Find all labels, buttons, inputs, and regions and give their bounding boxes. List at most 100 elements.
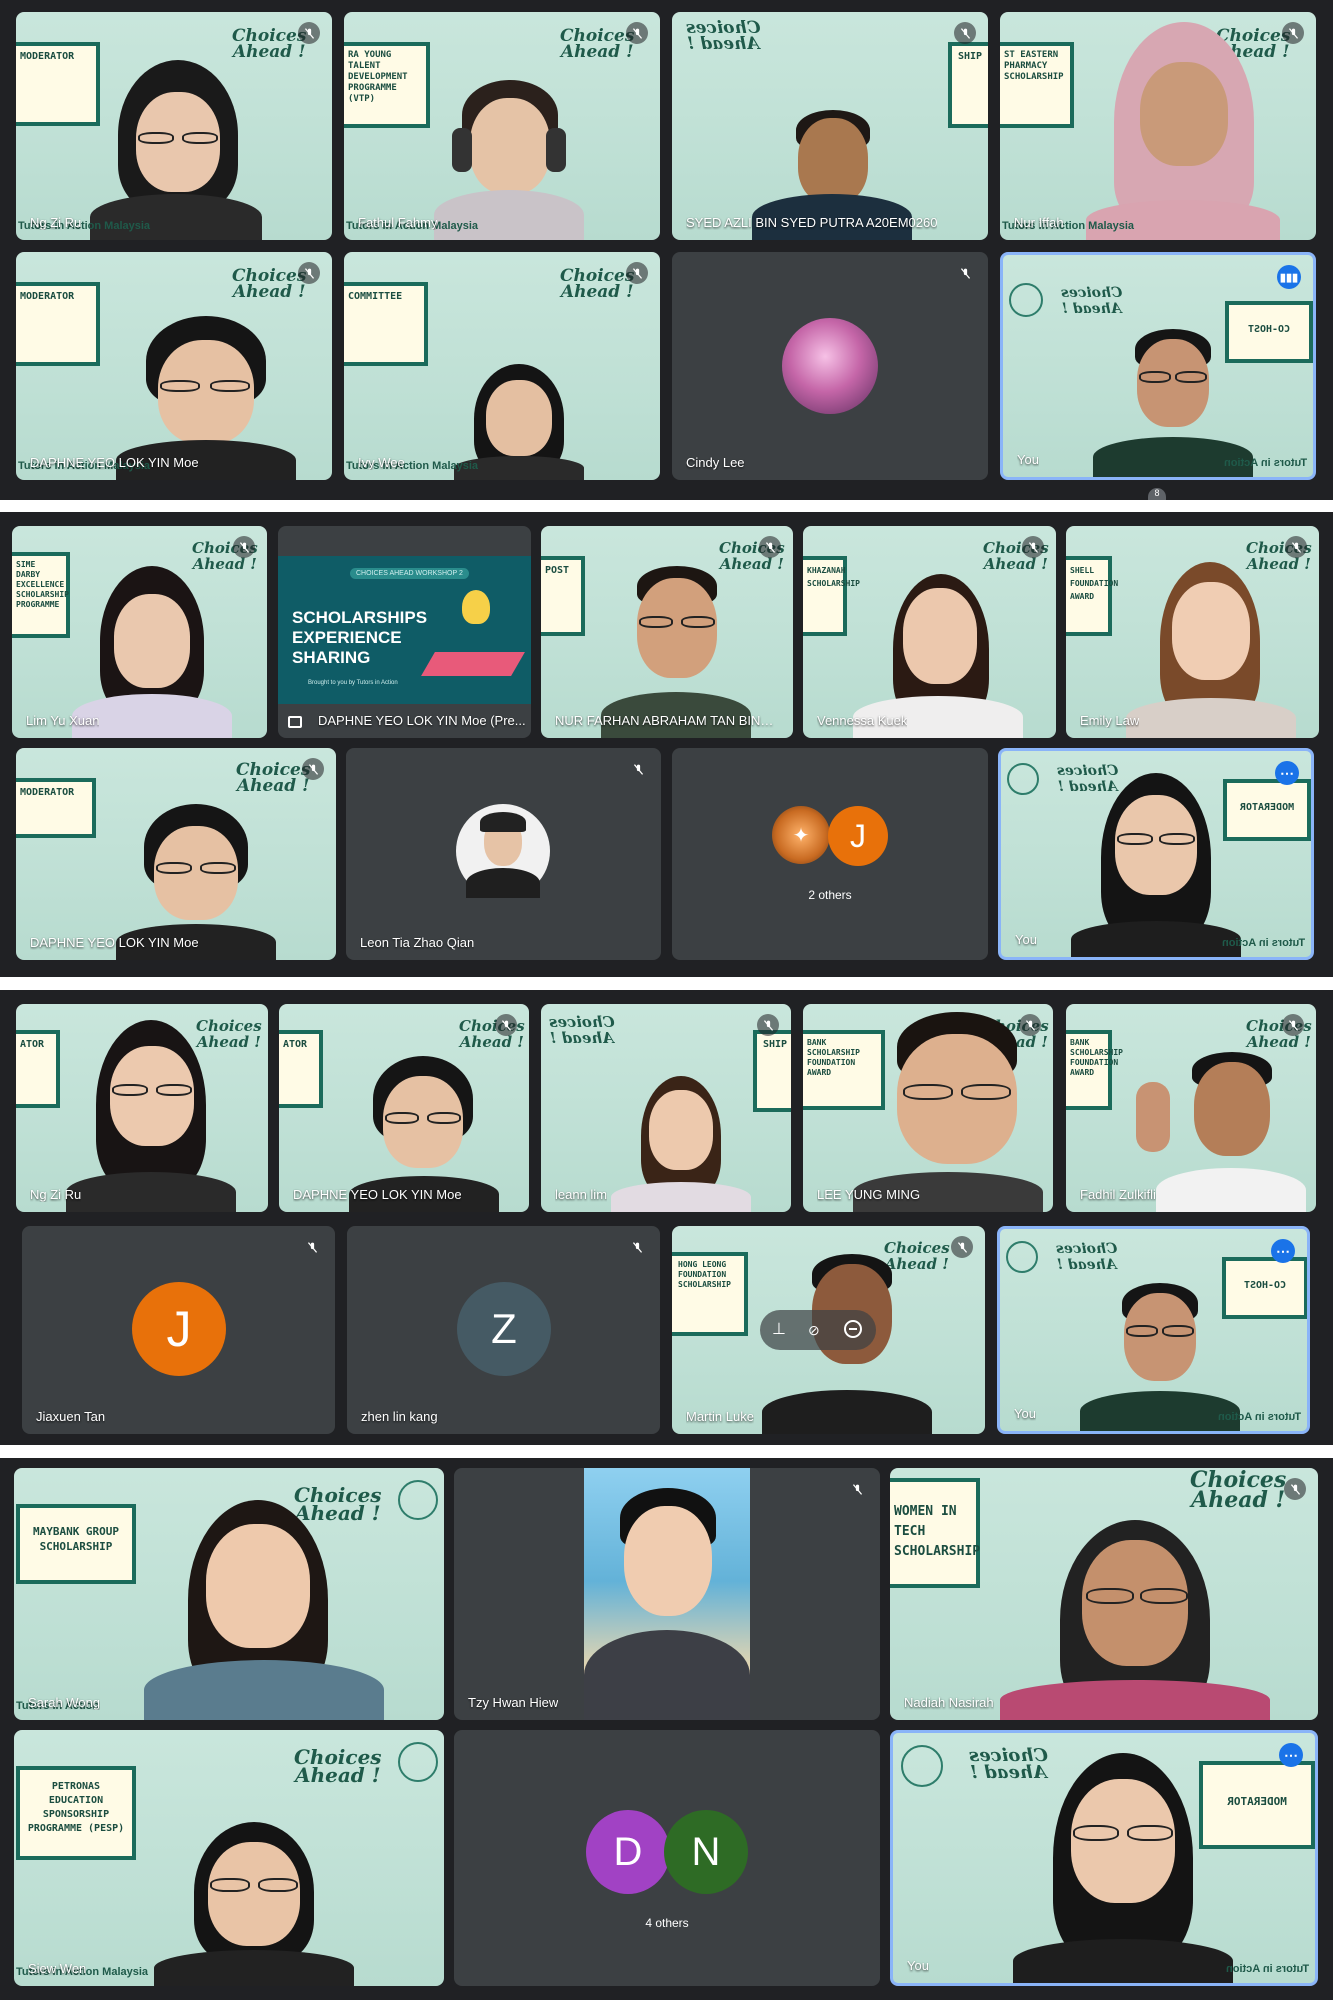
- seal-icon: [1007, 763, 1039, 795]
- muted-mic-icon: [495, 1014, 517, 1036]
- participant-tile[interactable]: MAYBANK GROUP SCHOLARSHIP Choices Ahead !…: [14, 1468, 444, 1720]
- participant-video: [86, 40, 266, 240]
- role-sign: ATOR: [279, 1030, 323, 1108]
- participant-tile[interactable]: SHELL FOUNDATION AWARD Choices Ahead ! Em…: [1066, 526, 1319, 738]
- muted-mic-icon: [759, 536, 781, 558]
- meet-screenshot-2: SIME DARBY EXCELLENCE SCHOLARSHIP PROGRA…: [0, 512, 1333, 977]
- muted-mic-icon: [954, 22, 976, 44]
- profile-avatar: [456, 804, 550, 898]
- participant-tile[interactable]: RA YOUNG TALENT DEVELOPMENT PROGRAMME (V…: [344, 12, 660, 240]
- participant-video: [144, 1490, 384, 1720]
- role-sign: PETRONAS EDUCATION SPONSORSHIP PROGRAMME…: [16, 1766, 136, 1860]
- self-tile[interactable]: Choices Ahead ! CO-HOST Tutors in Action …: [997, 1226, 1310, 1434]
- participant-name: SYED AZLI BIN SYED PUTRA A20EM0260: [686, 215, 938, 230]
- seal-icon: [398, 1742, 438, 1782]
- self-tile[interactable]: Choices Ahead ! MODERATOR Tutors in Actio…: [998, 748, 1314, 960]
- seal-icon: [1006, 1241, 1038, 1273]
- muted-mic-icon: [627, 758, 649, 780]
- participant-name: leann lim: [555, 1187, 608, 1202]
- muted-mic-icon: [1019, 1014, 1041, 1036]
- participant-video: [611, 1072, 751, 1212]
- participant-video: [584, 1468, 750, 1720]
- more-options-icon[interactable]: ⋯: [1279, 1743, 1303, 1767]
- role-sign: SHELL FOUNDATION AWARD: [1066, 556, 1118, 636]
- brand-logo: ChoicesAhead !: [1056, 1241, 1118, 1273]
- seal-icon: [901, 1745, 943, 1787]
- role-sign: SIME DARBY EXCELLENCE SCHOLARSHIP PROGRA…: [12, 552, 70, 638]
- participant-name: Fathul Fahmy: [358, 215, 438, 230]
- role-sign: POST: [541, 556, 585, 636]
- self-tile[interactable]: Choices Ahead ! CO-HOST Tutors in Action …: [1000, 252, 1316, 480]
- participant-name: Vennessa Kuek: [817, 713, 908, 728]
- participant-tile[interactable]: MODERATOR Choices Ahead ! Tutors in Actio…: [16, 12, 332, 240]
- participant-tile[interactable]: Leon Tia Zhao Qian: [346, 748, 661, 960]
- participant-name: Fadhil Zulkifli: [1080, 1187, 1156, 1202]
- participant-video: [1136, 1042, 1306, 1212]
- lightbulb-icon: [462, 590, 490, 624]
- more-options-icon[interactable]: ⋯: [1275, 761, 1299, 785]
- others-count: 4 others: [645, 1916, 689, 1930]
- participant-name: LEE YUNG MING: [817, 1187, 921, 1202]
- muted-mic-icon: [1282, 22, 1304, 44]
- participant-name: Leon Tia Zhao Qian: [360, 935, 475, 950]
- present-screen-icon: [288, 716, 302, 728]
- participant-tile[interactable]: POST Choices Ahead ! NUR FARHAN ABRAHAM T…: [541, 526, 793, 738]
- role-sign: KHAZANAH SCHOLARSHIP: [803, 556, 860, 636]
- muted-mic-icon: [1284, 1478, 1306, 1500]
- muted-mic-icon: [1022, 536, 1044, 558]
- muted-mic-icon: [302, 758, 324, 780]
- brand-logo: ChoicesAhead !: [236, 760, 311, 796]
- participant-tile[interactable]: Choices Ahead ! SHIP SYED AZLI BIN SYED P…: [672, 12, 988, 240]
- presentation-slide: CHOICES AHEAD WORKSHOP 2 SCHOLARSHIPS EX…: [278, 556, 531, 704]
- presentation-tile[interactable]: CHOICES AHEAD WORKSHOP 2 SCHOLARSHIPS EX…: [278, 526, 531, 738]
- participant-tile[interactable]: COMMITTEE Choices Ahead ! Tutors in Actio…: [344, 252, 660, 480]
- participant-tile[interactable]: BANK SCHOLARSHIP FOUNDATION AWARD Choice…: [1066, 1004, 1316, 1212]
- muted-mic-icon: [626, 262, 648, 284]
- more-options-icon[interactable]: ⋯: [1271, 1239, 1295, 1263]
- remove-icon[interactable]: [844, 1320, 862, 1338]
- muted-mic-icon: [846, 1478, 868, 1500]
- brand-logo: ChoicesAhead !: [232, 266, 307, 302]
- others-tile[interactable]: D N 4 others: [454, 1730, 880, 1986]
- profile-avatar: N: [664, 1810, 748, 1894]
- speaking-indicator-icon: ▮▮▮: [1277, 265, 1301, 289]
- muted-mic-icon: [951, 1236, 973, 1258]
- participant-name: Martin Luke: [686, 1409, 754, 1424]
- participant-tile[interactable]: ATOR Choices Ahead ! DAPHNE YEO LOK YIN M…: [279, 1004, 529, 1212]
- participant-name: DAPHNE YEO LOK YIN Moe: [30, 455, 199, 470]
- participant-tile[interactable]: PETRONAS EDUCATION SPONSORSHIP PROGRAMME…: [14, 1730, 444, 1986]
- meet-screenshot-1: MODERATOR Choices Ahead ! Tutors in Actio…: [0, 0, 1333, 500]
- participant-count-badge: 8: [1148, 488, 1166, 500]
- participant-tile[interactable]: BANK SCHOLARSHIP FOUNDATION AWARD Choice…: [803, 1004, 1053, 1212]
- others-tile[interactable]: ✦ J 2 others: [672, 748, 988, 960]
- participant-tile[interactable]: Z zhen lin kang: [347, 1226, 660, 1434]
- participant-tile[interactable]: ATOR Choices Ahead ! Ng Zi Ru: [16, 1004, 268, 1212]
- muted-mic-icon: [954, 262, 976, 284]
- org-footer: Tutors in Action: [1217, 1411, 1301, 1423]
- arrow-icon: [421, 652, 525, 676]
- self-tile[interactable]: Choices Ahead ! MODERATOR Tutors in Actio…: [890, 1730, 1318, 1986]
- participant-tile[interactable]: ST EASTERN PHARMACY SCHOLARSHIP Choices A…: [1000, 12, 1316, 240]
- participant-tile[interactable]: WOMEN IN TECH SCHOLARSHIP Choices Ahead !…: [890, 1468, 1318, 1720]
- participant-name: Ng Zi Ru: [30, 215, 82, 230]
- participant-video: [1071, 767, 1241, 957]
- participant-tile[interactable]: KHAZANAH SCHOLARSHIP Choices Ahead ! Venn…: [803, 526, 1056, 738]
- participant-tile[interactable]: Choices Ahead ! SHIP leann lim: [541, 1004, 791, 1212]
- participant-name: You: [1014, 1406, 1036, 1421]
- profile-avatar: ✦: [772, 806, 830, 864]
- muted-mic-icon: [626, 22, 648, 44]
- participant-tile[interactable]: HONG LEONG FOUNDATION SCHOLARSHIP Choice…: [672, 1226, 985, 1434]
- role-sign: COMMITTEE: [344, 282, 428, 366]
- participant-tile[interactable]: Cindy Lee: [672, 252, 988, 480]
- participant-tile[interactable]: MODERATOR Choices Ahead ! Tutors in Actio…: [16, 252, 332, 480]
- participant-tile[interactable]: J Jiaxuen Tan: [22, 1226, 335, 1434]
- participant-tile[interactable]: MODERATOR Choices Ahead ! DAPHNE YEO LOK …: [16, 748, 336, 960]
- pin-icon[interactable]: ⊥: [772, 1320, 788, 1340]
- participant-tile[interactable]: SIME DARBY EXCELLENCE SCHOLARSHIP PROGRA…: [12, 526, 267, 738]
- mute-participant-icon[interactable]: ⊘: [808, 1320, 824, 1340]
- participant-name: DAPHNE YEO LOK YIN Moe: [30, 935, 199, 950]
- muted-mic-icon: [298, 262, 320, 284]
- participant-name: Siew Wen: [28, 1961, 87, 1976]
- participant-tile[interactable]: Tzy Hwan Hiew: [454, 1468, 880, 1720]
- participant-video: [601, 558, 751, 738]
